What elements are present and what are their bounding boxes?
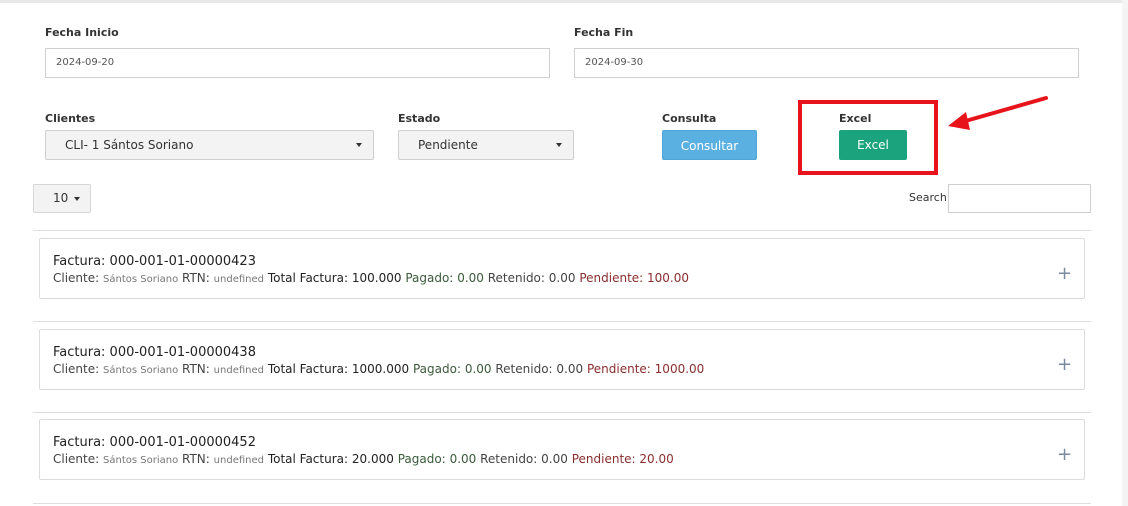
estado-select[interactable]: Pendiente xyxy=(398,130,574,160)
rtn-value: undefined xyxy=(213,274,264,285)
pendiente-value: 20.00 xyxy=(639,452,674,466)
rtn-value: undefined xyxy=(213,365,264,376)
invoice-details: Cliente: Sántos Soriano RTN: undefined T… xyxy=(53,362,704,376)
cliente-value: Sántos Soriano xyxy=(103,274,179,285)
invoice-details: Cliente: Sántos Soriano RTN: undefined T… xyxy=(53,452,674,466)
estado-selected-value: Pendiente xyxy=(418,138,478,152)
chevron-down-icon xyxy=(556,143,562,147)
retenido-value: 0.00 xyxy=(541,452,568,466)
expand-plus-icon[interactable]: + xyxy=(1057,356,1072,374)
invoice-card[interactable]: Factura: 000-001-01-00000438 Cliente: Sá… xyxy=(39,329,1085,390)
clientes-select[interactable]: CLI- 1 Sántos Soriano xyxy=(45,130,374,160)
retenido-label: Retenido: xyxy=(480,452,538,466)
pendiente-label: Pendiente: xyxy=(571,452,636,466)
row-divider xyxy=(33,503,1091,504)
pagado-value: 0.00 xyxy=(464,362,492,376)
cliente-value: Sántos Soriano xyxy=(103,455,179,466)
cliente-label: Cliente: xyxy=(53,271,100,285)
fecha-fin-input[interactable]: 2024-09-30 xyxy=(574,48,1079,78)
search-input[interactable] xyxy=(948,184,1091,213)
retenido-label: Retenido: xyxy=(495,362,553,376)
pagado-label: Pagado: xyxy=(405,271,454,285)
retenido-value: 0.00 xyxy=(556,362,584,376)
red-arrow-icon xyxy=(948,96,1048,130)
pagado-label: Pagado: xyxy=(412,362,461,376)
pendiente-label: Pendiente: xyxy=(579,271,644,285)
pendiente-value: 100.00 xyxy=(647,271,690,285)
fecha-fin-label: Fecha Fin xyxy=(574,26,634,39)
search-label: Search: xyxy=(909,191,951,204)
chevron-down-icon xyxy=(356,143,362,147)
consulta-label: Consulta xyxy=(662,112,717,125)
expand-plus-icon[interactable]: + xyxy=(1057,446,1072,464)
invoice-title: Factura: 000-001-01-00000438 xyxy=(53,345,256,360)
invoice-details: Cliente: Sántos Soriano RTN: undefined T… xyxy=(53,271,689,285)
consultar-button[interactable]: Consultar xyxy=(662,130,757,160)
total-label: Total Factura: xyxy=(267,452,349,466)
total-value: 1000.000 xyxy=(351,362,410,376)
clientes-selected-value: CLI- 1 Sántos Soriano xyxy=(65,138,194,152)
pagado-label: Pagado: xyxy=(397,452,446,466)
total-label: Total Factura: xyxy=(267,271,349,285)
pagado-value: 0.00 xyxy=(449,452,477,466)
invoice-card[interactable]: Factura: 000-001-01-00000423 Cliente: Sá… xyxy=(39,238,1085,299)
retenido-label: Retenido: xyxy=(487,271,545,285)
page-length-value: 10 xyxy=(53,191,69,205)
row-divider xyxy=(33,412,1091,413)
page-length-select[interactable]: 10 xyxy=(33,184,91,213)
fecha-inicio-label: Fecha Inicio xyxy=(45,26,119,39)
rtn-label: RTN: xyxy=(182,362,210,376)
cliente-label: Cliente: xyxy=(53,362,100,376)
invoice-title: Factura: 000-001-01-00000452 xyxy=(53,435,256,450)
estado-label: Estado xyxy=(398,112,441,125)
rtn-value: undefined xyxy=(213,455,264,466)
highlight-box-annotation xyxy=(798,100,938,175)
row-divider xyxy=(33,230,1091,231)
invoice-card[interactable]: Factura: 000-001-01-00000452 Cliente: Sá… xyxy=(39,419,1085,480)
pendiente-label: Pendiente: xyxy=(586,362,651,376)
top-border xyxy=(0,0,1128,3)
retenido-value: 0.00 xyxy=(548,271,576,285)
total-value: 20.000 xyxy=(351,452,394,466)
total-value: 100.000 xyxy=(351,271,402,285)
total-label: Total Factura: xyxy=(267,362,349,376)
fecha-inicio-input[interactable]: 2024-09-20 xyxy=(45,48,550,78)
rtn-label: RTN: xyxy=(182,271,210,285)
pendiente-value: 1000.00 xyxy=(654,362,705,376)
chevron-down-icon xyxy=(74,197,80,201)
expand-plus-icon[interactable]: + xyxy=(1057,265,1072,283)
rtn-label: RTN: xyxy=(182,452,210,466)
invoice-title: Factura: 000-001-01-00000423 xyxy=(53,254,256,269)
cliente-value: Sántos Soriano xyxy=(103,365,179,376)
scroll-gutter xyxy=(1122,0,1128,506)
cliente-label: Cliente: xyxy=(53,452,100,466)
pagado-value: 0.00 xyxy=(457,271,484,285)
clientes-label: Clientes xyxy=(45,112,96,125)
row-divider xyxy=(33,321,1091,322)
